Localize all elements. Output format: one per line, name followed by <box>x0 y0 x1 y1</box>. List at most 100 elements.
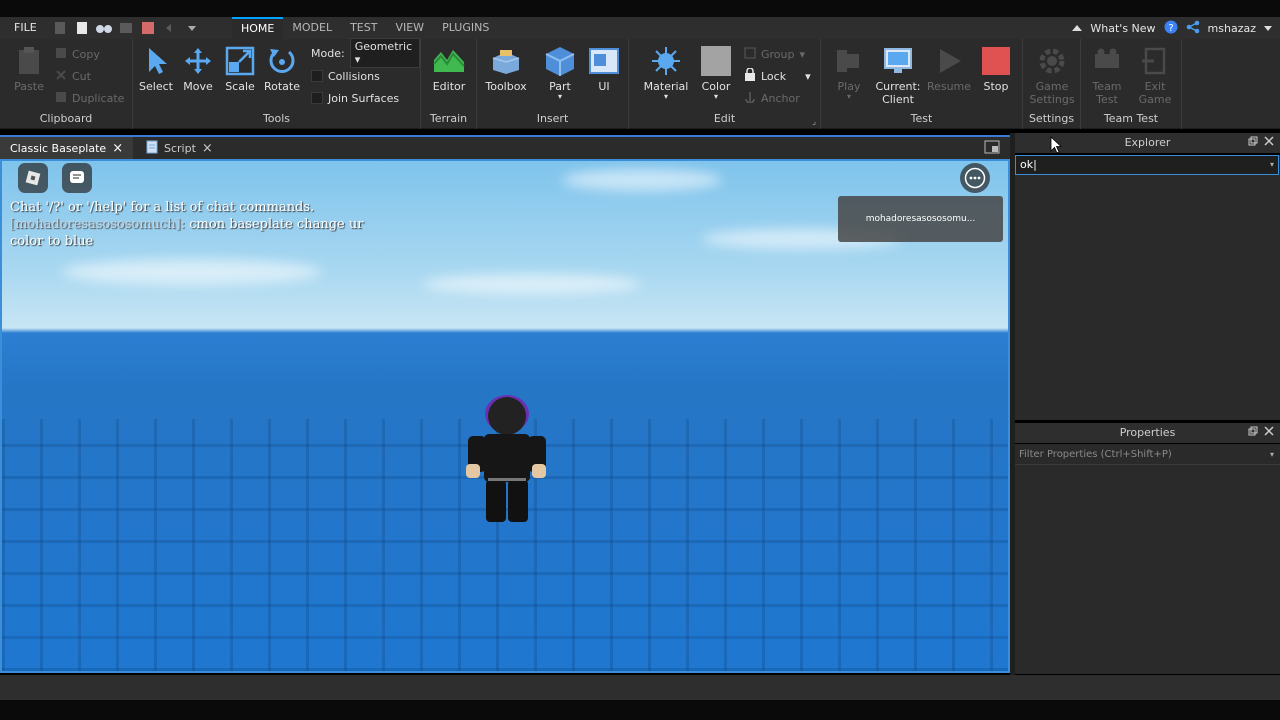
part-dropdown-icon[interactable]: ▾ <box>537 93 583 101</box>
cut-button[interactable]: Cut <box>55 66 91 86</box>
username[interactable]: mshazaz <box>1208 22 1256 35</box>
lock-button[interactable]: Lock ▾ <box>744 66 811 86</box>
share-icon[interactable] <box>1186 20 1200 37</box>
tab-home[interactable]: HOME <box>232 17 284 39</box>
whats-new-link[interactable]: What's New <box>1090 22 1155 35</box>
explorer-search-input[interactable]: ok| ▾ <box>1015 155 1279 175</box>
chat-toggle-icon[interactable] <box>62 163 92 193</box>
filter-dropdown-icon[interactable]: ▾ <box>1270 445 1274 465</box>
toolbox-button[interactable]: Toolbox <box>483 45 529 93</box>
game-viewport[interactable]: Chat '/?' or '/help' for a list of chat … <box>2 159 1008 671</box>
ui-button[interactable]: UI <box>581 45 627 93</box>
new-file-icon[interactable] <box>52 20 68 36</box>
terrain-icon <box>433 45 465 77</box>
team-test-icon <box>1091 45 1123 77</box>
stop-button[interactable]: Stop <box>973 45 1019 93</box>
duplicate-button[interactable]: Duplicate <box>55 88 124 108</box>
resume-button[interactable]: Resume <box>926 45 972 93</box>
stop-small-icon[interactable] <box>140 20 156 36</box>
rotate-label: Rotate <box>263 80 300 93</box>
chat-speaker-name[interactable]: [mohadoresasososomuch]: <box>10 217 185 232</box>
current-client-button[interactable]: Current: Client <box>875 45 921 106</box>
material-button[interactable]: Material ▾ <box>643 45 689 101</box>
restore-icon[interactable] <box>1248 133 1258 153</box>
join-surfaces-checkbox[interactable] <box>311 92 323 104</box>
file-menu[interactable]: FILE <box>8 17 43 39</box>
tab-view[interactable]: VIEW <box>386 17 433 39</box>
player-list-entry[interactable]: mohadoresasososomu... <box>838 196 1003 242</box>
lock-icon <box>744 67 756 84</box>
collisions-checkbox[interactable] <box>311 70 323 82</box>
tab-script[interactable]: Script × <box>136 137 223 159</box>
restore-icon[interactable] <box>1248 423 1258 443</box>
clipboard-group: Paste Copy Cut Duplicate Clipboard <box>0 39 133 129</box>
account-dropdown-icon[interactable] <box>1264 22 1272 35</box>
properties-filter-input[interactable]: Filter Properties (Ctrl+Shift+P) ▾ <box>1015 445 1280 465</box>
cloud <box>422 274 642 294</box>
tab-plugins[interactable]: PLUGINS <box>433 17 498 39</box>
tab-model[interactable]: MODEL <box>283 17 341 39</box>
close-icon[interactable] <box>1264 133 1274 153</box>
play-button[interactable]: Play ▾ <box>826 45 872 101</box>
lock-dropdown-icon[interactable]: ▾ <box>805 70 811 83</box>
move-arrows-icon <box>182 45 214 77</box>
tab-test[interactable]: TEST <box>341 17 386 39</box>
publish-icon[interactable] <box>118 20 134 36</box>
cut-icon <box>55 69 67 84</box>
scale-button[interactable]: Scale <box>217 45 263 93</box>
close-icon[interactable] <box>1264 423 1274 443</box>
more-options-icon[interactable] <box>960 163 990 193</box>
mouse-cursor-icon <box>1050 136 1062 154</box>
terrain-editor-button[interactable]: Editor <box>426 45 472 93</box>
anchor-label: Anchor <box>761 91 800 105</box>
open-file-icon[interactable] <box>74 20 90 36</box>
anchor-button[interactable]: Anchor <box>744 88 800 108</box>
tab-classic-baseplate[interactable]: Classic Baseplate × <box>0 137 134 159</box>
paste-icon <box>13 45 45 77</box>
top-right-area: What's New ? mshazaz <box>1072 17 1280 39</box>
undo-icon[interactable] <box>162 20 178 36</box>
move-button[interactable]: Move <box>175 45 221 93</box>
cloud <box>562 169 722 191</box>
rotate-button[interactable]: Rotate <box>259 45 305 93</box>
tools-label: Tools <box>262 112 291 125</box>
collapse-ribbon-icon[interactable] <box>1072 22 1083 35</box>
mode-select[interactable]: Geometric ▾ <box>349 38 420 68</box>
color-button[interactable]: Color ▾ <box>693 45 739 101</box>
properties-panel <box>1015 444 1280 674</box>
join-surfaces-toggle[interactable]: Join Surfaces <box>311 88 399 108</box>
paste-button[interactable]: Paste <box>6 45 52 93</box>
close-icon[interactable]: × <box>112 141 123 156</box>
select-button[interactable]: Select <box>133 45 179 93</box>
quick-access-toolbar <box>52 20 200 36</box>
team-test-button[interactable]: Team Test <box>1084 45 1130 106</box>
rotate-icon <box>266 45 298 77</box>
binoculars-icon[interactable] <box>96 20 112 36</box>
explorer-tree[interactable] <box>1015 155 1280 420</box>
part-button[interactable]: Part ▾ <box>537 45 583 101</box>
test-group: Play ▾ Current: Client Resume Stop Test <box>821 39 1023 129</box>
game-settings-button[interactable]: Game Settings <box>1029 45 1075 106</box>
help-icon[interactable]: ? <box>1164 20 1178 37</box>
group-button[interactable]: Group ▾ <box>744 44 805 64</box>
stop-label: Stop <box>983 80 1009 93</box>
resume-icon <box>933 45 965 77</box>
material-dropdown-icon[interactable]: ▾ <box>643 93 689 101</box>
toolbox-label: Toolbox <box>485 80 527 93</box>
search-dropdown-icon[interactable]: ▾ <box>1270 156 1274 174</box>
collisions-toggle[interactable]: Collisions <box>311 66 380 86</box>
copy-button[interactable]: Copy <box>55 44 100 64</box>
customize-dropdown-icon[interactable] <box>184 20 200 36</box>
color-dropdown-icon[interactable]: ▾ <box>693 93 739 101</box>
svg-text:?: ? <box>1168 23 1173 34</box>
viewport-toggle-icon[interactable] <box>984 140 1000 157</box>
exit-game-button[interactable]: Exit Game <box>1132 45 1178 106</box>
close-icon[interactable]: × <box>202 141 213 156</box>
roblox-menu-icon[interactable] <box>18 163 48 193</box>
terrain-group: Editor Terrain <box>421 39 477 129</box>
current-client-label-1: Current: <box>875 80 921 93</box>
letterbox-top <box>0 0 1280 17</box>
anchor-icon <box>744 91 756 106</box>
ui-label: UI <box>598 80 610 93</box>
edit-label: Edit <box>713 112 736 125</box>
